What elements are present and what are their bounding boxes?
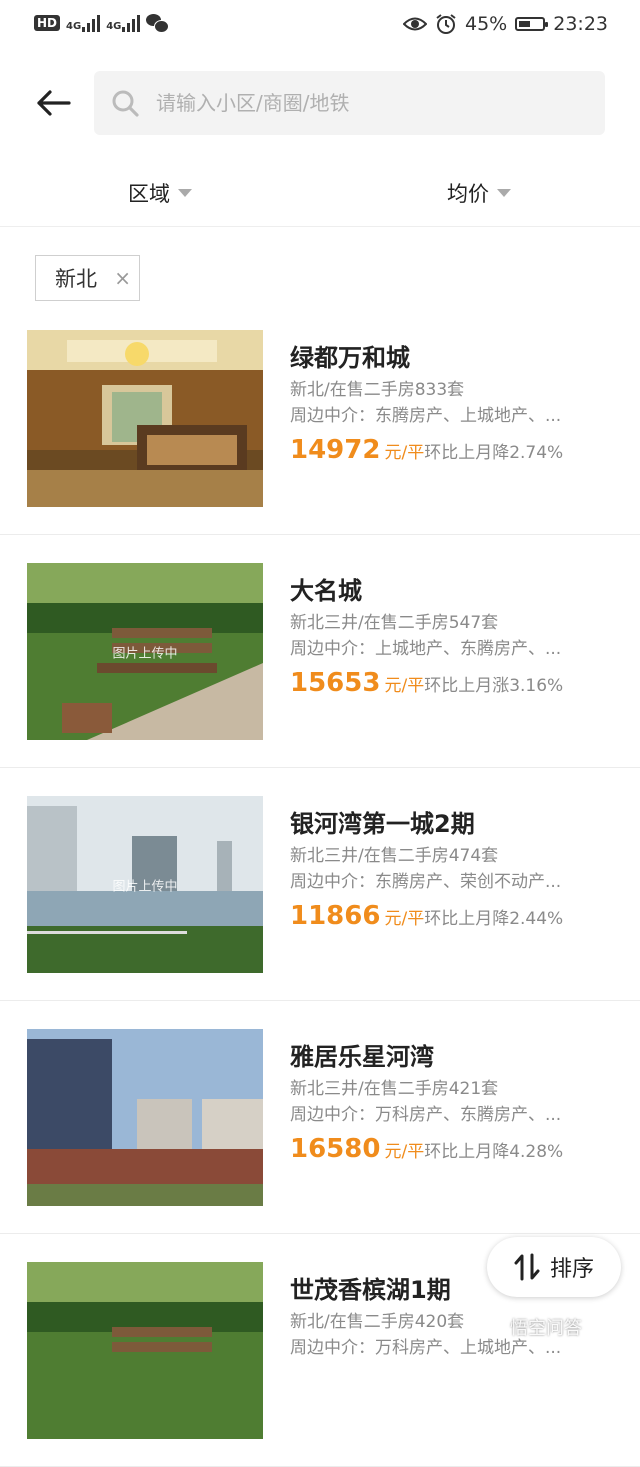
price-value: 15653 bbox=[290, 668, 381, 698]
area-filter-dropdown[interactable]: 区域 bbox=[128, 178, 192, 208]
price-unit: 元/平 bbox=[384, 909, 425, 929]
search-box[interactable] bbox=[94, 71, 605, 135]
watermark: 悟空问答 bbox=[510, 1318, 582, 1339]
listing-thumbnail: 图片上传中 bbox=[27, 563, 263, 740]
caret-down-icon bbox=[497, 189, 511, 197]
listing-agents: 周边中介：上城地产、东腾房产、... bbox=[290, 639, 562, 659]
net-type-label: 4G bbox=[66, 21, 82, 32]
sort-button[interactable]: 排序 bbox=[487, 1237, 621, 1297]
caret-down-icon bbox=[178, 189, 192, 197]
battery-icon bbox=[515, 17, 549, 31]
back-button[interactable] bbox=[30, 80, 76, 126]
price-line: 14972 元/平环比上月降2.74% bbox=[290, 433, 620, 470]
listing-agents: 周边中介：东腾房产、上城地产、... bbox=[290, 406, 562, 426]
list-item[interactable]: 图片上传中 银河湾第一城2期 新北三井/在售二手房474套 周边中介：东腾房产、… bbox=[0, 768, 640, 1001]
status-right: 45% 23:23 bbox=[403, 13, 608, 35]
alarm-icon bbox=[436, 14, 456, 34]
wechat-icon bbox=[146, 14, 170, 33]
price-change: 环比上月涨3.16% bbox=[424, 676, 564, 696]
listing-info: 大名城 新北三井/在售二手房547套 周边中介：上城地产、东腾房产、... 15… bbox=[290, 575, 620, 703]
price-line: 16580 元/平环比上月降4.28% bbox=[290, 1132, 620, 1169]
price-change: 环比上月降2.44% bbox=[424, 909, 564, 929]
price-change: 环比上月降2.74% bbox=[424, 443, 564, 463]
sort-arrows-icon bbox=[514, 1253, 540, 1281]
listing-thumbnail: 图片上传中 bbox=[27, 796, 263, 973]
price-unit: 元/平 bbox=[384, 443, 425, 463]
listing-thumbnail bbox=[27, 330, 263, 507]
battery-percent: 45% bbox=[465, 13, 508, 35]
listing-info: 绿都万和城 新北/在售二手房833套 周边中介：东腾房产、上城地产、... 14… bbox=[290, 342, 620, 470]
active-filter-tag[interactable]: 新北 × bbox=[35, 255, 140, 301]
price-line: 15653 元/平环比上月涨3.16% bbox=[290, 666, 620, 703]
price-unit: 元/平 bbox=[384, 1142, 425, 1162]
listing-name: 银河湾第一城2期 bbox=[290, 810, 475, 838]
price-change: 环比上月降4.28% bbox=[424, 1142, 564, 1162]
image-upload-caption: 图片上传中 bbox=[112, 879, 178, 894]
listing-agents: 周边中介：东腾房产、荣创不动产... bbox=[290, 872, 562, 892]
status-left: HD 4G 4G bbox=[34, 14, 170, 33]
price-value: 14972 bbox=[290, 435, 381, 465]
search-icon bbox=[112, 90, 139, 117]
filter-bar: 区域 均价 bbox=[0, 160, 640, 227]
listing-name: 绿都万和城 bbox=[290, 344, 410, 372]
list-item[interactable]: 图片上传中 大名城 新北三井/在售二手房547套 周边中介：上城地产、东腾房产、… bbox=[0, 535, 640, 768]
listing-agents: 周边中介：万科房产、东腾房产、... bbox=[290, 1105, 562, 1125]
signal-4g-icon-2: 4G bbox=[106, 14, 141, 32]
price-value: 11866 bbox=[290, 901, 381, 931]
listing-meta: 新北三井/在售二手房474套 bbox=[290, 846, 499, 866]
status-bar: HD 4G 4G 45% 23:23 bbox=[0, 0, 640, 54]
list-item[interactable]: 绿都万和城 新北/在售二手房833套 周边中介：东腾房产、上城地产、... 14… bbox=[0, 302, 640, 535]
eye-icon bbox=[403, 17, 427, 31]
area-filter-label: 区域 bbox=[128, 182, 170, 206]
listing-name: 雅居乐星河湾 bbox=[290, 1043, 434, 1071]
signal-4g-icon: 4G bbox=[66, 14, 101, 32]
tag-label: 新北 bbox=[55, 267, 97, 291]
close-icon[interactable]: × bbox=[114, 266, 131, 290]
listing-thumbnail bbox=[27, 1029, 263, 1206]
sort-label: 排序 bbox=[549, 1257, 594, 1282]
listing-info: 银河湾第一城2期 新北三井/在售二手房474套 周边中介：东腾房产、荣创不动产.… bbox=[290, 808, 620, 936]
price-filter-dropdown[interactable]: 均价 bbox=[447, 178, 511, 208]
listing-meta: 新北三井/在售二手房421套 bbox=[290, 1079, 499, 1099]
net-type-label-2: 4G bbox=[106, 21, 122, 32]
back-arrow-icon bbox=[37, 90, 71, 116]
hd-badge: HD bbox=[34, 15, 61, 31]
listing-meta: 新北三井/在售二手房547套 bbox=[290, 613, 499, 633]
search-input[interactable] bbox=[154, 90, 558, 116]
list-item[interactable]: 雅居乐星河湾 新北三井/在售二手房421套 周边中介：万科房产、东腾房产、...… bbox=[0, 1001, 640, 1234]
price-unit: 元/平 bbox=[384, 676, 425, 696]
price-line: 11866 元/平环比上月降2.44% bbox=[290, 899, 620, 936]
listing-name: 大名城 bbox=[290, 577, 362, 605]
listing-meta: 新北/在售二手房833套 bbox=[290, 380, 465, 400]
image-upload-caption: 图片上传中 bbox=[112, 646, 178, 661]
clock-time: 23:23 bbox=[553, 13, 608, 35]
listing-info: 雅居乐星河湾 新北三井/在售二手房421套 周边中介：万科房产、东腾房产、...… bbox=[290, 1041, 620, 1169]
price-filter-label: 均价 bbox=[447, 182, 489, 206]
price-value: 16580 bbox=[290, 1134, 381, 1164]
